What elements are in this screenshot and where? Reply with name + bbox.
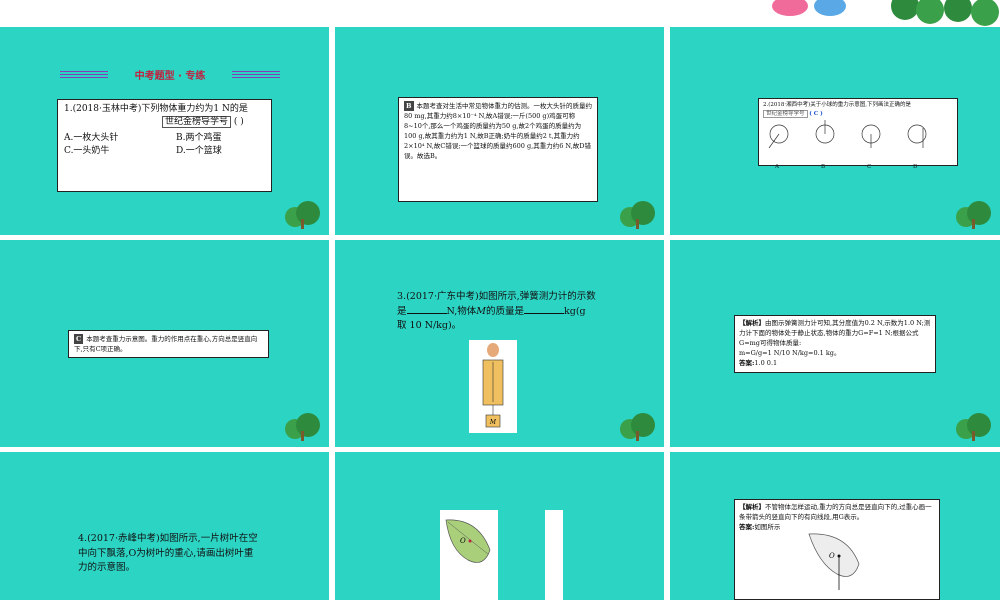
slide-3[interactable]: 2.(2018·湘西中考)关于小球的重力示意图,下列画法正确的是 世纪金榜导学号… bbox=[670, 27, 1000, 235]
question-text-2: N,物体 bbox=[446, 305, 477, 317]
question-text-4: 的质量是 bbox=[485, 305, 524, 317]
answer-label: 答案: bbox=[739, 359, 755, 368]
tree-icon bbox=[285, 201, 320, 229]
answer-paren: ( ) bbox=[233, 117, 244, 128]
explanation-text: 由图示弹簧测力计可知,其分度值为0.2 N,示数为1.0 N;测力计下面的物体处… bbox=[739, 319, 931, 348]
label-d: D bbox=[913, 164, 918, 170]
leaf-icon: O bbox=[445, 519, 491, 563]
m-label: M bbox=[489, 419, 497, 426]
answer-value: 1.0 0.1 bbox=[754, 359, 778, 368]
slide-8[interactable]: O bbox=[335, 452, 664, 600]
ball-diagram bbox=[768, 120, 927, 149]
answer-label: 答案: bbox=[739, 523, 755, 532]
question-text: 2.(2018·湘西中考)关于小球的重力示意图,下列画法正确的是 bbox=[763, 102, 912, 108]
analysis-tag: 【解析】 bbox=[739, 319, 765, 327]
slide-2[interactable]: B 本题考查对生活中常见物体重力的估测。一枚大头针的质量约80 mg,其重力约8×… bbox=[335, 27, 664, 235]
tree-icon bbox=[285, 413, 320, 441]
answer-value: 如图所示 bbox=[754, 523, 781, 532]
decoration-icon bbox=[772, 0, 999, 26]
question-text-3: M bbox=[476, 305, 486, 317]
question-text: 1.(2018·玉林中考)下列物体重力约为1 N的是 bbox=[64, 104, 248, 114]
slide-5[interactable]: 3.(2017·广东中考)如图所示,弹簧测力计的示数是 N,物体M的质量是 kg(g… bbox=[335, 240, 664, 447]
question-text: 4.(2017·赤峰中考)如图所示,一片树叶在空中向下飘落,O为树叶的重心,请画… bbox=[78, 533, 258, 574]
option-c: C.一头奶牛 bbox=[64, 146, 110, 157]
explanation-card: B 本题考查对生活中常见物体重力的估测。一枚大头针的质量约80 mg,其重力约8×… bbox=[398, 97, 598, 202]
explanation-card: 【解析】不管物体怎样运动,重力的方向总是竖直向下的,过重心画一条带箭头的竖直向下… bbox=[734, 499, 940, 600]
slide-6[interactable]: 【解析】由图示弹簧测力计可知,其分度值为0.2 N,示数为1.0 N;测力计下面… bbox=[670, 240, 1000, 447]
tree-icon bbox=[956, 413, 991, 441]
tree-icon bbox=[620, 413, 655, 441]
option-a: A.一枚大头针 bbox=[64, 133, 119, 144]
explanation-text: 本题考查对生活中常见物体重力的估测。一枚大头针的质量约80 mg,其重力约8×1… bbox=[404, 102, 592, 161]
explanation-text: 本题考查重力示意图。重力的作用点在重心,方向总是竖直向下,只有C项正确。 bbox=[74, 335, 258, 354]
white-area bbox=[545, 510, 563, 600]
slide-1[interactable]: 中考题型 · 专练 1.(2018·玉林中考)下列物体重力约为1 N的是 世纪金… bbox=[0, 27, 329, 235]
answer-letter: C bbox=[74, 334, 84, 345]
question-card: 1.(2018·玉林中考)下列物体重力约为1 N的是 世纪金榜导学号 ( ) A… bbox=[57, 99, 272, 192]
explanation-card: C 本题考查重力示意图。重力的作用点在重心,方向总是竖直向下,只有C项正确。 bbox=[68, 330, 269, 358]
label-a: A bbox=[775, 164, 779, 170]
tree-icon bbox=[956, 201, 991, 229]
spring-scale-icon: M bbox=[482, 343, 504, 428]
answer-text: ( C ) bbox=[809, 110, 823, 117]
section-heading: 中考题型 · 专练 bbox=[60, 67, 280, 82]
explanation-card: 【解析】由图示弹簧测力计可知,其分度值为0.2 N,示数为1.0 N;测力计下面… bbox=[734, 315, 936, 373]
heading-text: 中考题型 · 专练 bbox=[134, 71, 206, 82]
formula: m=G/g=1 N/10 N/kg=0.1 kg。 bbox=[739, 349, 841, 358]
tree-icon bbox=[620, 201, 655, 229]
explanation-text: 不管物体怎样运动,重力的方向总是竖直向下的,过重心画一条带箭头的竖直向下的有向线… bbox=[739, 503, 932, 522]
slide-7[interactable]: 4.(2017·赤峰中考)如图所示,一片树叶在空中向下飘落,O为树叶的重心,请画… bbox=[0, 452, 329, 600]
question-card: 3.(2017·广东中考)如图所示,弹簧测力计的示数是 N,物体M的质量是 kg(g… bbox=[397, 290, 597, 334]
o-label: O bbox=[829, 552, 835, 560]
o-label: O bbox=[460, 537, 466, 545]
slide-9[interactable]: 【解析】不管物体怎样运动,重力的方向总是竖直向下的,过重心画一条带箭头的竖直向下… bbox=[670, 452, 1000, 600]
top-decoration-strip bbox=[0, 0, 1000, 26]
label-b: B bbox=[821, 164, 826, 170]
leaf-figure: O bbox=[440, 510, 498, 600]
slide-4[interactable]: C 本题考查重力示意图。重力的作用点在重心,方向总是竖直向下,只有C项正确。 bbox=[0, 240, 329, 447]
option-b: B.两个鸡蛋 bbox=[176, 133, 222, 144]
brand-tag: 世纪金榜导学号 bbox=[162, 116, 232, 129]
label-c: C bbox=[867, 164, 872, 170]
option-d: D.一个篮球 bbox=[176, 146, 222, 157]
spring-scale-figure: M bbox=[469, 340, 517, 433]
question-card: 2.(2018·湘西中考)关于小球的重力示意图,下列画法正确的是 世纪金榜导学号… bbox=[758, 98, 958, 170]
brand-tag: 世纪金榜导学号 bbox=[763, 109, 808, 118]
analysis-tag: 【解析】 bbox=[739, 503, 765, 511]
leaf-answer-diagram: O bbox=[808, 533, 860, 591]
answer-letter: B bbox=[404, 101, 414, 112]
